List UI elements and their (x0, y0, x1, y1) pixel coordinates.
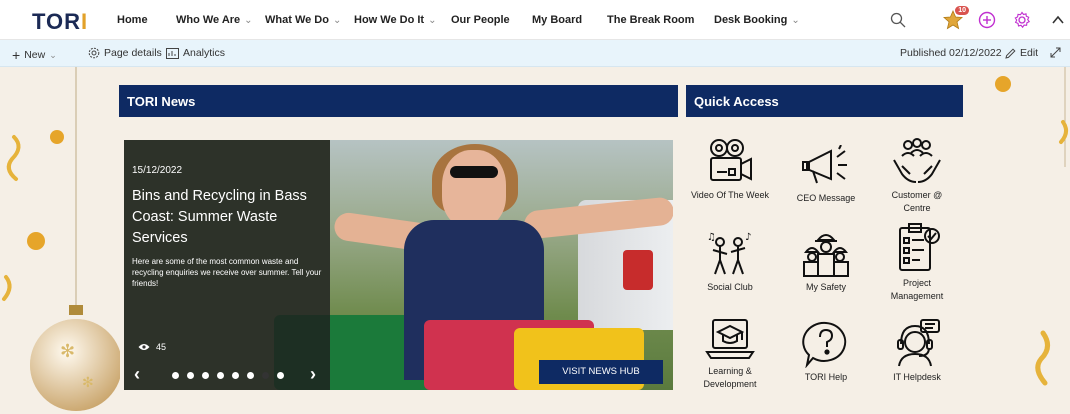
carousel-dot[interactable] (172, 372, 179, 379)
svg-text:♫: ♫ (707, 232, 716, 243)
tile-my-safety[interactable]: My Safety (786, 230, 866, 294)
carousel-dot[interactable] (232, 372, 239, 379)
checklist-icon (899, 223, 940, 271)
nav-break-room[interactable]: The Break Room (607, 14, 694, 26)
news-title[interactable]: Bins and Recycling in Bass Coast: Summer… (132, 186, 322, 249)
new-button[interactable]: + New ⌄ (12, 47, 57, 63)
tile-video-of-the-week[interactable]: Video Of The Week (690, 138, 770, 202)
carousel-next-icon[interactable]: › (310, 364, 316, 385)
eye-icon (138, 344, 150, 350)
top-navigation: TORI Home Who We Are ⌄ What We Do ⌄ How We… (0, 0, 1070, 40)
add-circle-icon[interactable] (977, 10, 997, 30)
nav-home[interactable]: Home (117, 14, 148, 26)
chevron-down-icon: ⌄ (332, 15, 342, 26)
carousel-dot[interactable] (277, 372, 284, 379)
tile-tori-help[interactable]: TORI Help (786, 320, 866, 384)
svg-text:✻: ✻ (82, 375, 94, 391)
hard-hat-workers-icon (803, 234, 849, 277)
news-carousel[interactable]: 15/12/2022 Bins and Recycling in Bass Co… (124, 140, 673, 390)
carousel-dot[interactable] (247, 372, 254, 379)
chevron-down-icon: ⌄ (791, 15, 800, 26)
graduation-laptop-icon (705, 319, 755, 359)
collapse-chevron-icon[interactable] (1048, 10, 1068, 30)
customer-hands-icon (893, 138, 941, 183)
carousel-dot[interactable] (187, 372, 194, 379)
tile-ceo-message[interactable]: CEO Message (786, 145, 866, 205)
nav-desk-booking[interactable]: Desk Booking ⌄ (714, 14, 800, 26)
tile-learning-development[interactable]: Learning & Development (690, 312, 770, 391)
page-details-button[interactable]: Page details (88, 47, 162, 59)
published-status: Published 02/12/2022 (900, 47, 1002, 59)
question-bubble-icon (802, 321, 847, 368)
news-views: 45 (138, 342, 166, 352)
news-description: Here are some of the most common waste a… (132, 257, 322, 288)
nav-my-board[interactable]: My Board (532, 14, 582, 26)
pencil-icon (1005, 47, 1016, 59)
news-section-header: TORI News (119, 85, 678, 117)
carousel-prev-icon[interactable]: ‹ (134, 364, 140, 385)
chevron-down-icon: ⌄ (244, 15, 253, 26)
nav-how-we-do-it[interactable]: How We Do It ⌄ (354, 14, 436, 26)
nav-our-people[interactable]: Our People (451, 14, 510, 26)
svg-text:✻: ✻ (60, 341, 75, 362)
headset-support-icon (897, 319, 940, 367)
visit-news-hub-button[interactable]: VISIT NEWS HUB (539, 360, 663, 384)
notification-badge: 10 (955, 6, 969, 15)
settings-icon[interactable] (1012, 10, 1032, 30)
news-date: 15/12/2022 (132, 165, 183, 176)
edit-button[interactable]: Edit (1005, 47, 1038, 59)
analytics-button[interactable]: Analytics (166, 47, 225, 59)
tori-logo[interactable]: TORI (32, 9, 88, 35)
svg-text:♪: ♪ (745, 232, 751, 243)
carousel-dot[interactable] (262, 372, 269, 379)
tile-it-helpdesk[interactable]: IT Helpdesk (877, 318, 957, 384)
carousel-navigation: ‹ › (124, 362, 330, 390)
chevron-down-icon: ⌄ (49, 49, 57, 60)
analytics-icon (166, 47, 179, 59)
video-camera-icon (710, 139, 752, 181)
tile-social-club[interactable]: ♫ ♪ Social Club (690, 230, 770, 294)
plus-icon: + (12, 47, 21, 63)
search-icon[interactable] (888, 10, 908, 30)
quick-access-header: Quick Access (686, 85, 963, 117)
nav-what-we-do[interactable]: What We Do ⌄ (265, 14, 341, 26)
carousel-dot[interactable] (202, 372, 209, 379)
nav-who-we-are[interactable]: Who We Are ⌄ (176, 14, 253, 26)
chevron-down-icon: ⌄ (428, 15, 437, 26)
dancing-people-icon: ♫ ♪ (707, 232, 751, 275)
star-badge-icon[interactable]: 10 (943, 6, 969, 30)
megaphone-icon (802, 145, 847, 184)
expand-icon[interactable] (1050, 47, 1061, 58)
gear-icon (88, 47, 100, 59)
tile-project-management[interactable]: Project Management (877, 222, 957, 303)
carousel-dot[interactable] (217, 372, 224, 379)
news-text-overlay: 15/12/2022 Bins and Recycling in Bass Co… (124, 140, 330, 390)
christmas-decoration-right (995, 67, 1068, 386)
command-bar: + New ⌄ Page details Analytics Published… (0, 40, 1070, 67)
christmas-decoration-left: ✻ ✻ (2, 67, 120, 411)
tile-customer-centre[interactable]: Customer @ Centre (877, 138, 957, 215)
